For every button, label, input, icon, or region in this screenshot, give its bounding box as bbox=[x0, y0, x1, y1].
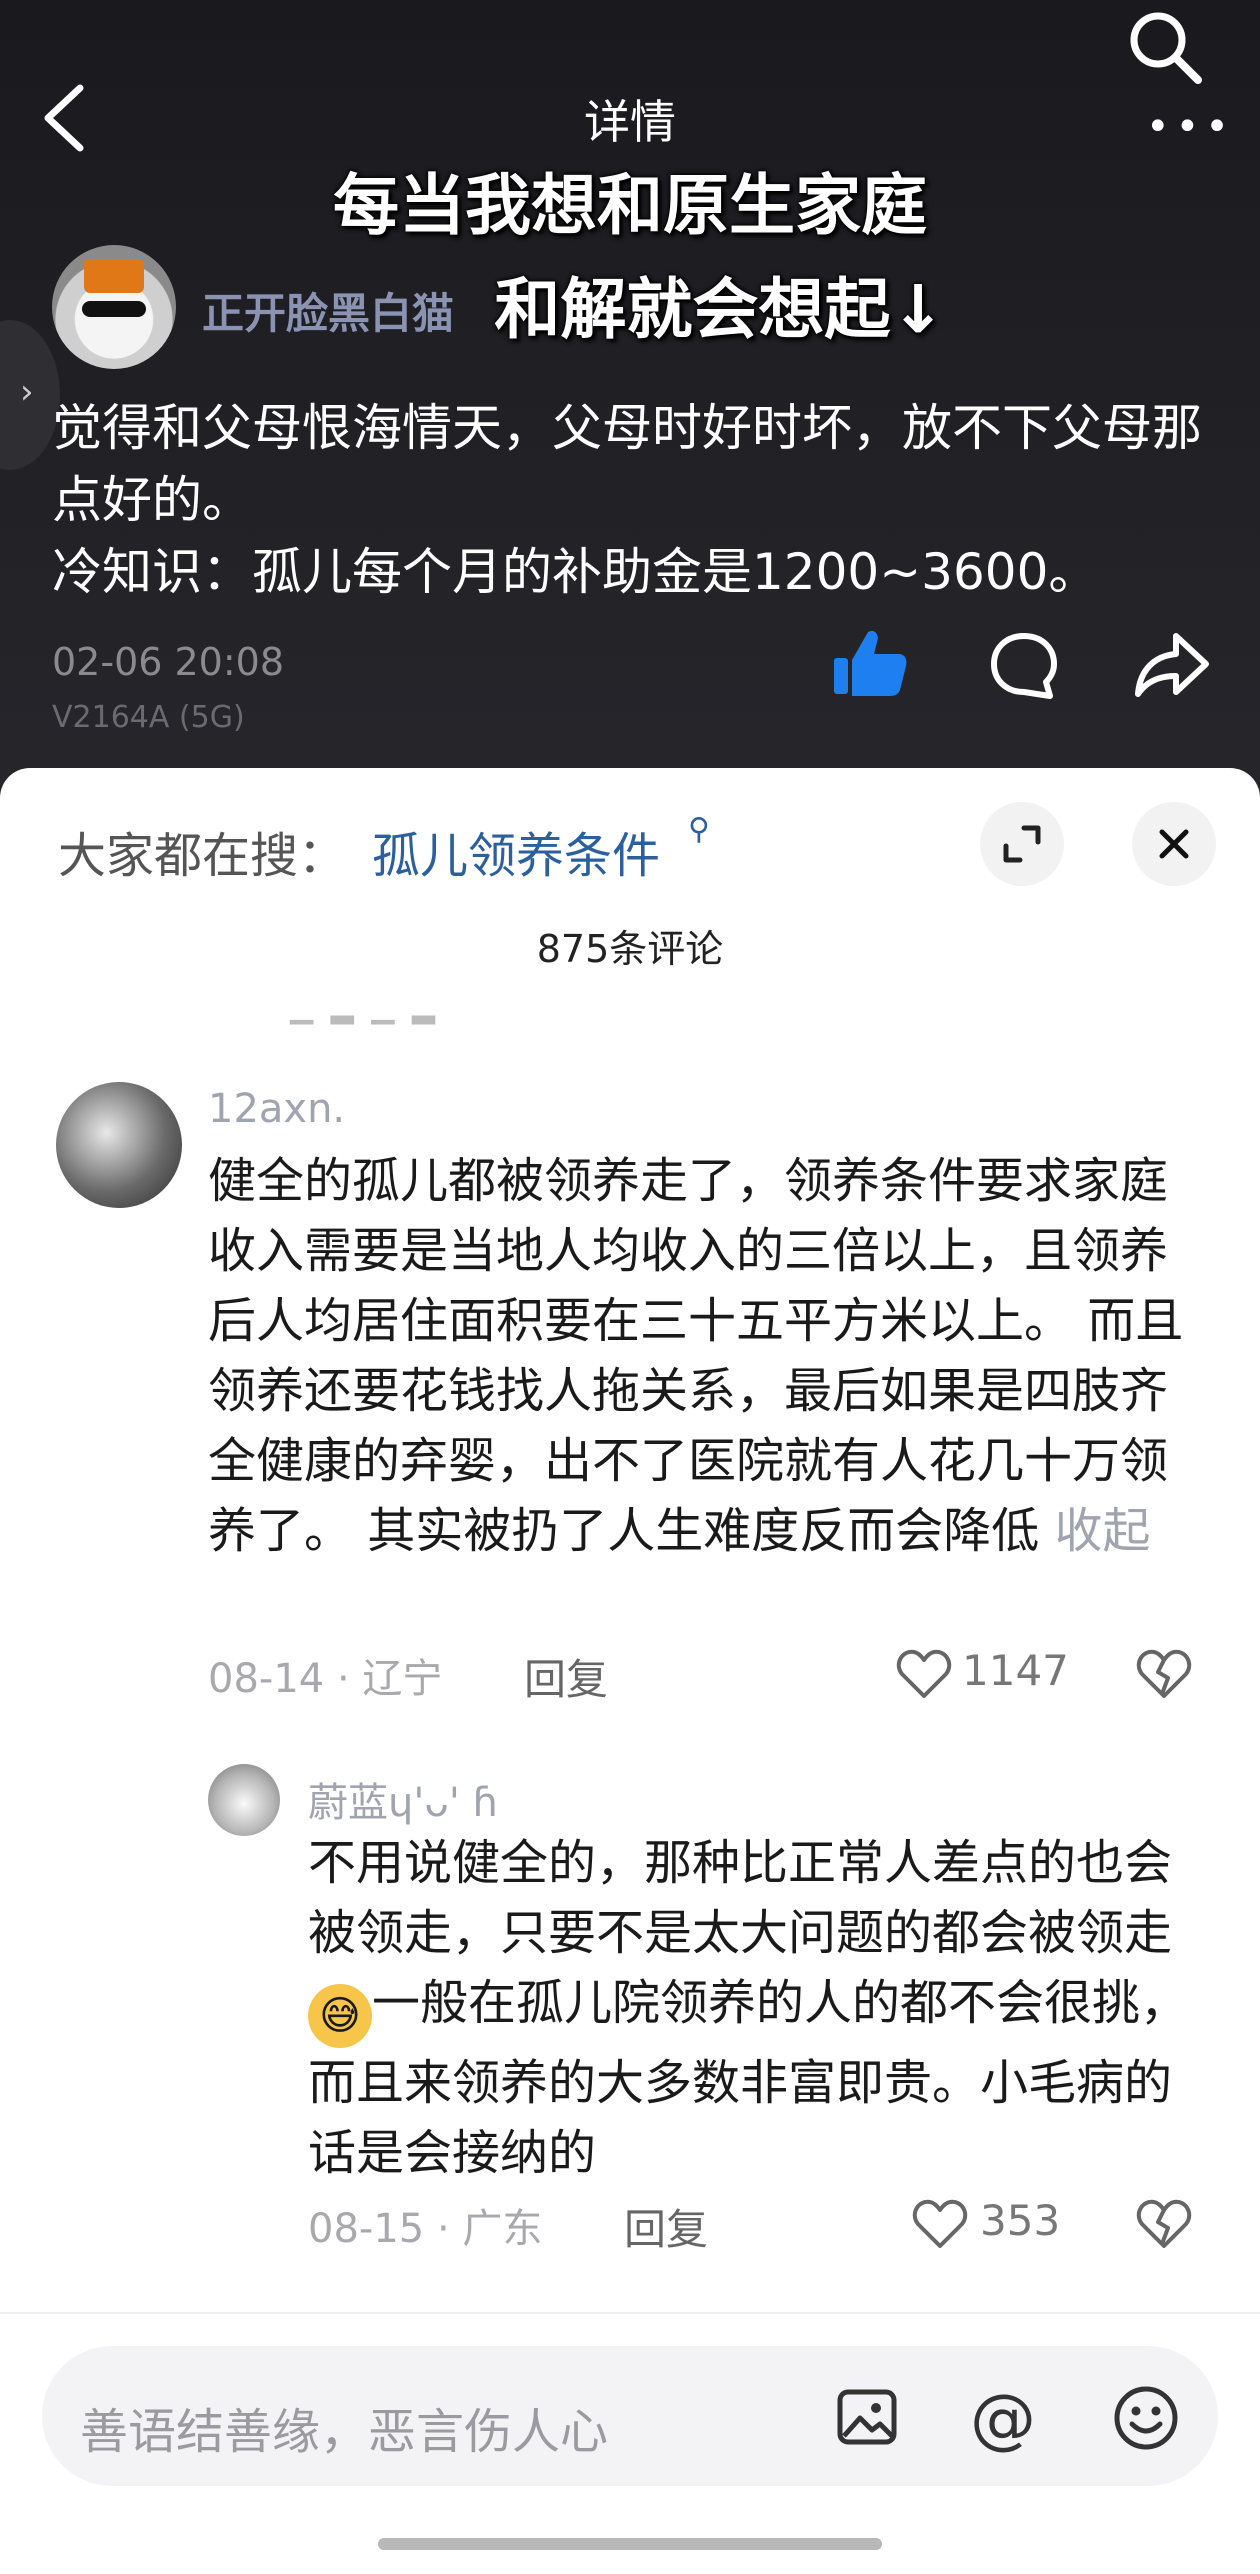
comment-count: 875条评论 bbox=[536, 927, 724, 971]
heart-icon[interactable] bbox=[912, 2198, 968, 2250]
post-time: 02-06 20:08 bbox=[52, 640, 285, 684]
reply-body-end: 一般在孤儿院领养的人的都不会很挑，而且来领养的大多数非富即贵。小毛病的话是会接纳… bbox=[308, 1975, 1189, 2181]
comment-meta: 08-14 · 辽宁 bbox=[208, 1656, 443, 1702]
like-icon[interactable] bbox=[832, 628, 908, 698]
comment-username[interactable]: 12axn. bbox=[208, 1086, 345, 1132]
comment-input-placeholder[interactable]: 善语结善缘，恶言伤人心 bbox=[80, 2392, 608, 2462]
post-detail: 详情 ••• › 正开脸黑白猫 每当我想和原生家庭 和解就会想起↓ 觉得和父母恨… bbox=[0, 0, 1260, 800]
device-label: V2164A (5G) bbox=[52, 700, 245, 735]
overlay-caption-line1: 每当我想和原生家庭 bbox=[333, 167, 927, 244]
comment-icon[interactable] bbox=[988, 630, 1060, 702]
reply-like-count: 353 bbox=[980, 2196, 1061, 2245]
comment-text: 健全的孤儿都被领养走了，领养条件要求家庭收入需要是当地人均收入的三倍以上，且领养… bbox=[208, 1146, 1208, 1566]
close-icon bbox=[1159, 829, 1189, 859]
smile-icon[interactable] bbox=[1112, 2384, 1180, 2452]
sweat-smile-emoji: 😅 bbox=[308, 1984, 372, 2048]
reply-button[interactable]: 回复 bbox=[524, 1646, 608, 1707]
comment-body: 健全的孤儿都被领养走了，领养条件要求家庭收入需要是当地人均收入的三倍以上，且领养… bbox=[208, 1153, 1184, 1559]
image-icon[interactable] bbox=[836, 2386, 898, 2448]
reply-body-start: 不用说健全的，那种比正常人差点的也会被领走，只要不是太大问题的都会被领走 bbox=[308, 1835, 1173, 1961]
scrolled-ghost-text: ▁ ▂ ▁ ▂ bbox=[290, 990, 439, 1025]
expand-button[interactable] bbox=[980, 802, 1064, 886]
post-text-line1: 觉得和父母恨海情天，父母时好时坏，放不下父母那点好的。 bbox=[52, 399, 1202, 529]
reply-meta: 08-15 · 广东 bbox=[308, 2206, 543, 2252]
reply-avatar[interactable] bbox=[208, 1764, 280, 1836]
comment-avatar[interactable] bbox=[56, 1082, 182, 1208]
hot-search-label: 大家都在搜： bbox=[58, 828, 347, 884]
expand-icon bbox=[1003, 825, 1041, 863]
search-icon[interactable] bbox=[1122, 4, 1206, 88]
reply-text: 不用说健全的，那种比正常人差点的也会被领走，只要不是太大问题的都会被领走 😅 一般在… bbox=[308, 1828, 1208, 2188]
broken-heart-icon[interactable] bbox=[1136, 1648, 1192, 1700]
home-indicator[interactable] bbox=[378, 2538, 882, 2550]
broken-heart-icon[interactable] bbox=[1136, 2198, 1192, 2250]
search-small-icon: ⚲ bbox=[688, 812, 710, 847]
chevron-right-icon[interactable]: › bbox=[20, 372, 34, 412]
comment-sheet: 大家都在搜： 孤儿领养条件 ⚲ 875条评论 ▁ ▂ ▁ ▂ 12axn. 健全… bbox=[0, 768, 1260, 2574]
close-button[interactable] bbox=[1132, 802, 1216, 886]
post-text-line2: 冷知识：孤儿每个月的补助金是1200~3600。 bbox=[52, 543, 1099, 601]
reply-username[interactable]: 蔚蓝ɥ'ᴗ' ɦ bbox=[308, 1770, 498, 1828]
collapse-link[interactable]: 收起 bbox=[1055, 1503, 1151, 1559]
share-icon[interactable] bbox=[1134, 630, 1210, 700]
post-text: 觉得和父母恨海情天，父母时好时坏，放不下父母那点好的。 冷知识：孤儿每个月的补助… bbox=[52, 392, 1212, 608]
overlay-caption-line2: 和解就会想起↓ bbox=[494, 271, 946, 348]
more-icon[interactable]: ••• bbox=[1146, 104, 1235, 150]
page-title: 详情 bbox=[584, 95, 676, 149]
hot-search-term[interactable]: 孤儿领养条件 bbox=[372, 816, 660, 886]
divider bbox=[0, 2312, 1260, 2314]
reply-reply-button[interactable]: 回复 bbox=[624, 2196, 708, 2257]
like-count: 1147 bbox=[962, 1646, 1069, 1695]
heart-icon[interactable] bbox=[896, 1648, 952, 1700]
at-icon[interactable]: @ bbox=[970, 2380, 1036, 2457]
